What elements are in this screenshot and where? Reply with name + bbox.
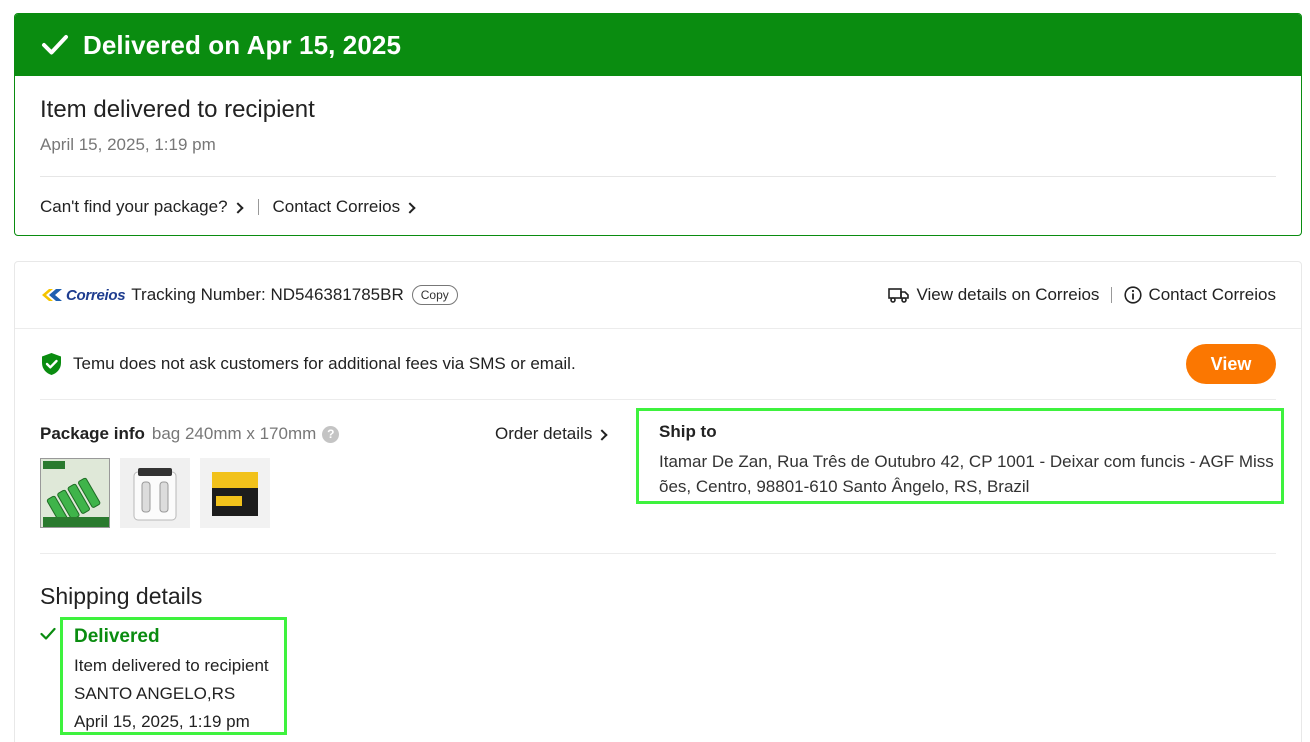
tracking-header: Correios Tracking Number: ND546381785BR … [15,262,1301,329]
divider [257,199,259,215]
event-status: Delivered [74,626,160,647]
checkmark-icon [40,627,56,640]
latest-event-time: April 15, 2025, 1:19 pm [40,135,216,154]
event-time: April 15, 2025, 1:19 pm [74,712,250,731]
view-details-link[interactable]: View details on Correios [888,285,1099,305]
order-details-link[interactable]: Order details [495,424,608,444]
package-row: Package info bag 240mm x 170mm ? Order d… [40,400,1284,554]
divider [1111,287,1113,303]
delivered-title: Delivered on Apr 15, 2025 [83,29,402,60]
contact-carrier-link[interactable]: Contact Correios [272,197,416,217]
chevron-right-icon [596,428,608,441]
shipping-details-section: Shipping details Delivered Item delivere… [40,583,287,735]
chevron-right-icon [231,201,244,214]
order-details-label: Order details [495,424,593,443]
charger-product-image [120,458,190,528]
correios-logo-icon [42,289,62,301]
security-notice-text: Temu does not ask customers for addition… [73,354,576,373]
package-thumbnails [40,458,280,528]
latest-event-title: Item delivered to recipient [40,96,315,123]
view-details-label: View details on Correios [916,285,1100,304]
shield-check-icon [42,353,61,375]
delivered-banner: Delivered on Apr 15, 2025 [15,14,1301,76]
ship-to-address: Itamar De Zan, Rua Três de Outubro 42, C… [659,452,1274,496]
package-size: bag 240mm x 170mm [151,424,317,443]
security-notice: Temu does not ask customers for addition… [40,329,1276,400]
battery-product-image [41,459,109,527]
tracking-number: Tracking Number: ND546381785BR [131,285,404,304]
product-thumbnail-batteries[interactable] [40,458,110,528]
timeline-event: Delivered Item delivered to recipient SA… [60,617,287,735]
cant-find-package-label: Can't find your package? [40,197,228,216]
event-location: SANTO ANGELO,RS [74,684,236,703]
cant-find-package-link[interactable]: Can't find your package? [40,197,244,217]
truck-icon [888,288,910,303]
help-icon[interactable]: ? [322,425,340,443]
copy-tracking-button[interactable]: Copy [411,285,458,305]
delivery-status-card: Delivered on Apr 15, 2025 Item delivered… [14,13,1302,236]
event-description: Item delivered to recipient [74,656,269,675]
info-icon [1124,286,1143,304]
shipping-details-heading: Shipping details [40,583,203,609]
product-thumbnail-charger[interactable] [120,458,190,528]
package-info-label: Package info [40,424,145,443]
contact-carrier-link[interactable]: Contact Correios [1124,285,1276,305]
memory-card-product-image [200,458,270,528]
contact-carrier-label: Contact Correios [272,197,401,216]
ship-to-label: Ship to [659,422,717,441]
product-thumbnail-memory-card[interactable] [200,458,270,528]
ship-to-section: Ship to Itamar De Zan, Rua Três de Outub… [636,408,1284,504]
chevron-right-icon [404,201,416,214]
contact-carrier-label: Contact Correios [1148,285,1276,304]
view-notice-button[interactable]: View [1186,344,1276,384]
checkmark-icon [42,35,68,55]
carrier-logo: Correios [40,287,126,304]
